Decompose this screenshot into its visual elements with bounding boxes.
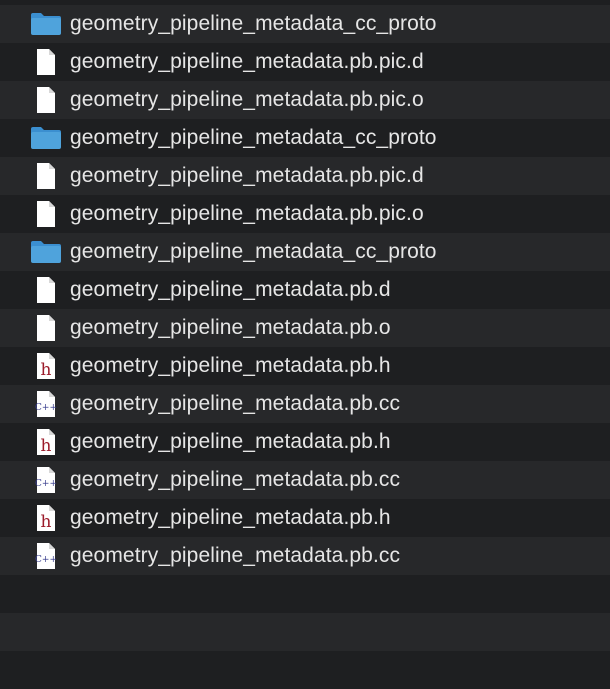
- file-name: geometry_pipeline_metadata.pb.h: [70, 354, 391, 377]
- file-list: geometry_pipeline_metadata_cc_protogeome…: [0, 5, 610, 689]
- cpp-letter: C++: [35, 479, 57, 489]
- header-letter: h: [41, 512, 52, 532]
- header-file-icon: h: [30, 504, 62, 532]
- file-row[interactable]: geometry_pipeline_metadata_cc_proto: [0, 233, 610, 271]
- header-letter: h: [41, 360, 52, 380]
- file-row[interactable]: geometry_pipeline_metadata.pb.o: [0, 309, 610, 347]
- file-row[interactable]: geometry_pipeline_metadata_cc_proto: [0, 119, 610, 157]
- header-letter: h: [41, 436, 52, 456]
- file-row[interactable]: h geometry_pipeline_metadata.pb.h: [0, 499, 610, 537]
- file-row[interactable]: geometry_pipeline_metadata.pb.pic.o: [0, 81, 610, 119]
- folder-icon: [30, 10, 62, 38]
- folder-icon: [30, 124, 62, 152]
- file-name: geometry_pipeline_metadata.pb.pic.d: [70, 50, 424, 73]
- file-row[interactable]: C++ geometry_pipeline_metadata.pb.cc: [0, 537, 610, 575]
- file-name: geometry_pipeline_metadata.pb.d: [70, 278, 391, 301]
- file-name: geometry_pipeline_metadata.pb.cc: [70, 544, 401, 567]
- file-row[interactable]: geometry_pipeline_metadata.pb.pic.d: [0, 43, 610, 81]
- cpp-file-icon: C++: [30, 390, 62, 418]
- document-icon: [30, 276, 62, 304]
- file-row[interactable]: geometry_pipeline_metadata.pb.pic.d: [0, 157, 610, 195]
- file-name: geometry_pipeline_metadata.pb.pic.o: [70, 88, 424, 111]
- document-icon: [30, 200, 62, 228]
- file-name: geometry_pipeline_metadata_cc_proto: [70, 12, 437, 35]
- file-name: geometry_pipeline_metadata.pb.h: [70, 430, 391, 453]
- cpp-file-icon: C++: [30, 542, 62, 570]
- cpp-letter: C++: [35, 403, 57, 413]
- file-row[interactable]: C++ geometry_pipeline_metadata.pb.cc: [0, 385, 610, 423]
- cpp-file-icon: C++: [30, 466, 62, 494]
- file-name: geometry_pipeline_metadata_cc_proto: [70, 240, 437, 263]
- document-icon: [30, 314, 62, 342]
- file-row[interactable]: geometry_pipeline_metadata.pb.d: [0, 271, 610, 309]
- file-name: geometry_pipeline_metadata_cc_proto: [70, 126, 437, 149]
- cpp-letter: C++: [35, 555, 57, 565]
- file-name: geometry_pipeline_metadata.pb.o: [70, 316, 391, 339]
- file-row[interactable]: C++ geometry_pipeline_metadata.pb.cc: [0, 461, 610, 499]
- header-file-icon: h: [30, 352, 62, 380]
- document-icon: [30, 86, 62, 114]
- file-row[interactable]: h geometry_pipeline_metadata.pb.h: [0, 347, 610, 385]
- document-icon: [30, 48, 62, 76]
- file-row[interactable]: geometry_pipeline_metadata.pb.pic.o: [0, 195, 610, 233]
- empty-row: [0, 575, 610, 613]
- file-name: geometry_pipeline_metadata.pb.cc: [70, 468, 401, 491]
- header-file-icon: h: [30, 428, 62, 456]
- file-name: geometry_pipeline_metadata.pb.cc: [70, 392, 401, 415]
- file-name: geometry_pipeline_metadata.pb.pic.o: [70, 202, 424, 225]
- file-row[interactable]: h geometry_pipeline_metadata.pb.h: [0, 423, 610, 461]
- file-name: geometry_pipeline_metadata.pb.pic.d: [70, 164, 424, 187]
- empty-row: [0, 613, 610, 651]
- document-icon: [30, 162, 62, 190]
- empty-row: [0, 651, 610, 689]
- file-row[interactable]: geometry_pipeline_metadata_cc_proto: [0, 5, 610, 43]
- file-name: geometry_pipeline_metadata.pb.h: [70, 506, 391, 529]
- folder-icon: [30, 238, 62, 266]
